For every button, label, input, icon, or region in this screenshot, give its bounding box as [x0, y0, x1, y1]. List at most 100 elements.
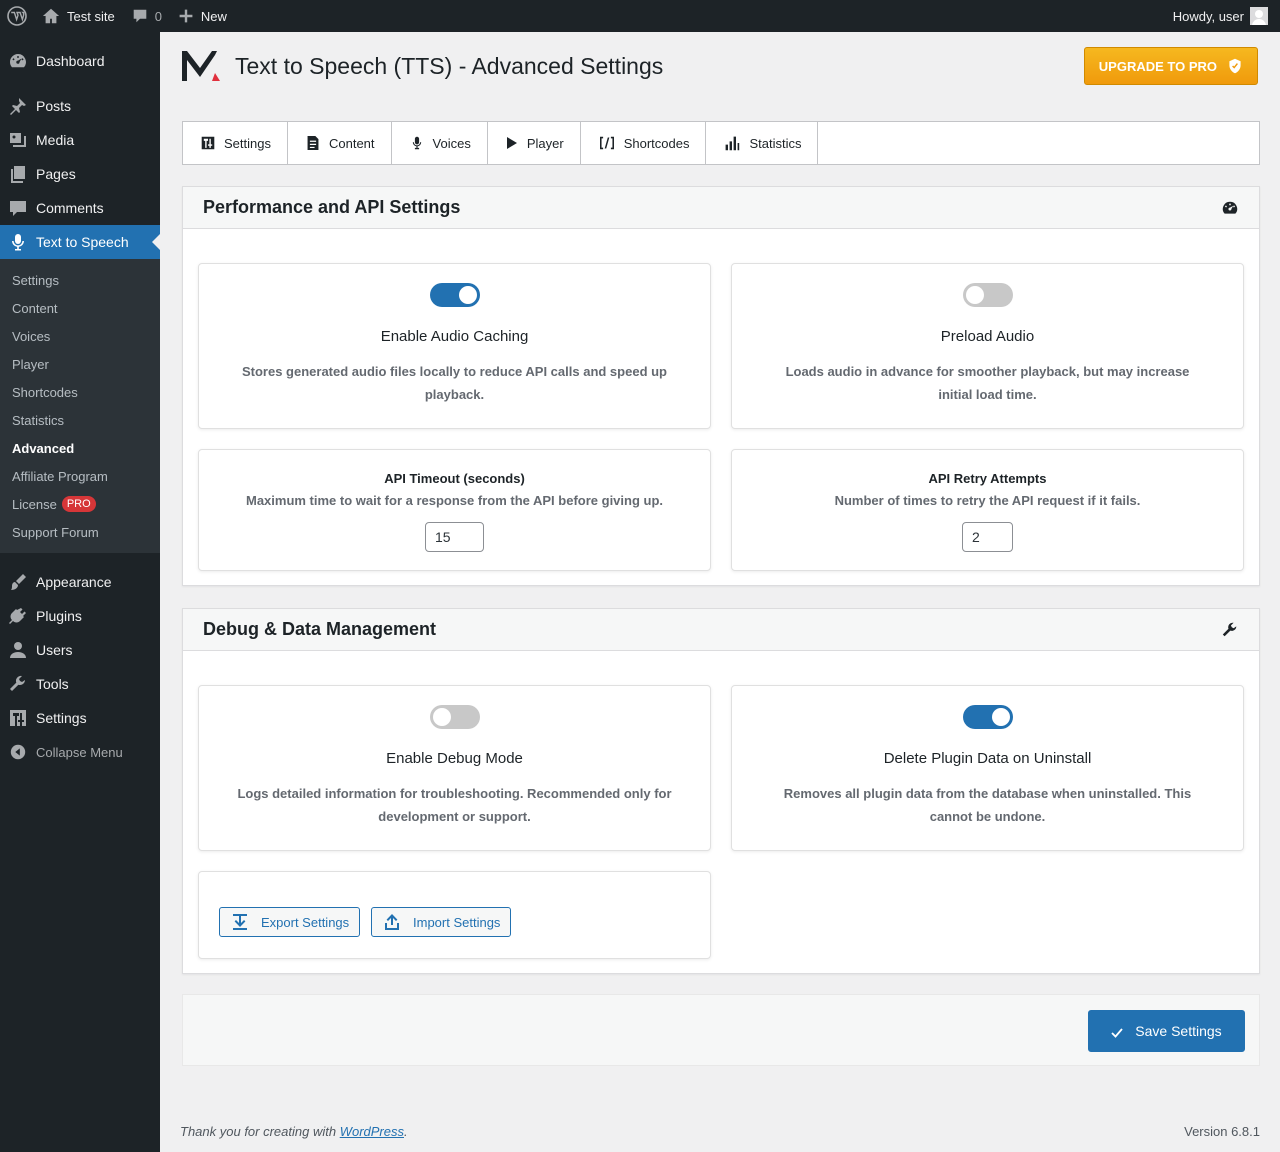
- sidebar-item-label: Appearance: [36, 574, 112, 590]
- settings-tabs: Settings Content Voices Player Shortcode…: [182, 121, 1260, 165]
- download-icon: [233, 914, 247, 930]
- toggle-knob: [965, 286, 984, 304]
- sidebar-item-plugins[interactable]: Plugins: [0, 599, 160, 633]
- sidebar-item-tools[interactable]: Tools: [0, 667, 160, 701]
- export-settings-button[interactable]: Export Settings: [219, 907, 361, 937]
- tab-label: Settings: [224, 135, 271, 151]
- debug-mode-toggle[interactable]: [429, 705, 480, 729]
- tab-shortcodes[interactable]: Shortcodes: [581, 122, 707, 164]
- new-content-link[interactable]: New: [170, 0, 235, 32]
- site-name: Test site: [67, 8, 115, 24]
- audio-caching-card: Enable Audio Caching Stores generated au…: [198, 263, 711, 429]
- preload-audio-description: Loads audio in advance for smoother play…: [785, 364, 1190, 402]
- submenu-content[interactable]: Content: [0, 294, 160, 322]
- submenu-player[interactable]: Player: [0, 350, 160, 378]
- api-timeout-input[interactable]: 15: [425, 522, 484, 552]
- microphone-icon: [412, 136, 421, 150]
- sidebar-item-label: Settings: [36, 710, 87, 726]
- microphone-icon: [8, 232, 28, 252]
- checkmark-icon: [1111, 1028, 1123, 1038]
- settings-sliders-icon: [201, 136, 215, 150]
- delete-data-toggle[interactable]: [962, 705, 1013, 729]
- debug-panel: Debug & Data Management Enable Debug Mod…: [182, 608, 1260, 974]
- sidebar-item-label: Text to Speech: [36, 234, 129, 250]
- upload-icon: [385, 914, 399, 930]
- export-settings-label: Export Settings: [261, 914, 350, 930]
- audio-caching-description: Stores generated audio files locally to …: [241, 364, 668, 402]
- submenu-advanced[interactable]: Advanced: [0, 434, 160, 462]
- wordpress-link[interactable]: WordPress: [340, 1124, 404, 1139]
- sidebar-item-users[interactable]: Users: [0, 633, 160, 667]
- sidebar-item-settings[interactable]: Settings: [0, 701, 160, 735]
- submenu-settings[interactable]: Settings: [0, 266, 160, 294]
- delete-data-card: Delete Plugin Data on Uninstall Removes …: [731, 685, 1244, 851]
- tab-settings[interactable]: Settings: [183, 122, 288, 164]
- api-retry-title: API Retry Attempts: [928, 471, 1047, 486]
- my-account-link[interactable]: Howdy, user: [1165, 0, 1280, 32]
- sidebar-submenu: Settings Content Voices Player Shortcode…: [0, 259, 160, 553]
- submenu-voices[interactable]: Voices: [0, 322, 160, 350]
- admin-sidebar: Dashboard Posts Media Pages Comments Tex…: [0, 32, 160, 1152]
- sidebar-item-label: Plugins: [36, 608, 82, 624]
- site-name-link[interactable]: Test site: [34, 0, 123, 32]
- tab-label: Statistics: [749, 135, 802, 151]
- tab-content[interactable]: Content: [288, 122, 392, 164]
- document-icon: [307, 136, 319, 150]
- collapse-menu-button[interactable]: Collapse Menu: [0, 735, 160, 769]
- admin-bar: Test site 0 New Howdy, user: [0, 0, 1280, 32]
- debug-panel-title: Debug & Data Management: [203, 619, 437, 639]
- play-icon: [506, 137, 517, 149]
- shortcode-icon: [599, 136, 614, 150]
- debug-mode-card: Enable Debug Mode Logs detailed informat…: [198, 685, 711, 851]
- dashboard-gauge-icon: [1221, 199, 1239, 217]
- sidebar-item-pages[interactable]: Pages: [0, 157, 160, 191]
- collapse-icon: [8, 742, 28, 762]
- tab-label: Voices: [432, 135, 471, 151]
- tab-statistics[interactable]: Statistics: [706, 122, 819, 164]
- footer-version: Version 6.8.1: [1184, 1124, 1260, 1139]
- upgrade-label: UPGRADE TO PRO: [1098, 58, 1217, 74]
- plus-icon: [179, 9, 193, 23]
- api-retry-input[interactable]: 2: [962, 522, 1013, 552]
- import-settings-button[interactable]: Import Settings: [371, 907, 512, 937]
- tab-player[interactable]: Player: [488, 122, 581, 164]
- submenu-statistics[interactable]: Statistics: [0, 406, 160, 434]
- wordpress-logo-icon[interactable]: [0, 0, 34, 32]
- audio-caching-title: Enable Audio Caching: [380, 328, 529, 345]
- users-icon: [8, 640, 28, 660]
- pin-icon: [8, 96, 28, 116]
- sidebar-item-label: Dashboard: [36, 53, 105, 69]
- tab-label: Shortcodes: [623, 135, 690, 151]
- wrench-icon: [8, 674, 28, 694]
- preload-audio-toggle[interactable]: [962, 283, 1013, 307]
- submenu-shortcodes[interactable]: Shortcodes: [0, 378, 160, 406]
- pages-icon: [8, 164, 28, 184]
- comments-count: 0: [154, 8, 162, 24]
- sidebar-item-dashboard[interactable]: Dashboard: [0, 44, 160, 78]
- audio-caching-toggle[interactable]: [429, 283, 480, 307]
- submenu-license[interactable]: License PRO: [0, 490, 160, 518]
- import-export-card: Export Settings Import Settings: [198, 871, 711, 959]
- comment-icon: [8, 198, 28, 218]
- comments-link[interactable]: 0: [123, 0, 170, 32]
- api-retry-description: Number of times to retry the API request…: [834, 493, 1141, 508]
- sidebar-item-posts[interactable]: Posts: [0, 89, 160, 123]
- submenu-support-forum[interactable]: Support Forum: [0, 518, 160, 546]
- save-settings-button[interactable]: Save Settings: [1088, 1010, 1245, 1052]
- sidebar-item-comments[interactable]: Comments: [0, 191, 160, 225]
- tab-voices[interactable]: Voices: [392, 122, 488, 164]
- submenu-affiliate-program[interactable]: Affiliate Program: [0, 462, 160, 490]
- preload-audio-title: Preload Audio: [940, 328, 1035, 345]
- upgrade-to-pro-button[interactable]: UPGRADE TO PRO: [1083, 47, 1258, 85]
- performance-panel-header: Performance and API Settings: [183, 187, 1259, 229]
- dashboard-icon: [8, 51, 28, 71]
- sidebar-item-appearance[interactable]: Appearance: [0, 565, 160, 599]
- sidebar-item-text-to-speech[interactable]: Text to Speech: [0, 225, 160, 259]
- settings-sliders-icon: [8, 708, 28, 728]
- save-bar: Save Settings: [182, 994, 1260, 1066]
- sidebar-item-media[interactable]: Media: [0, 123, 160, 157]
- submenu-license-label: License: [12, 496, 57, 512]
- wrench-icon: [1221, 621, 1239, 639]
- debug-mode-title: Enable Debug Mode: [386, 750, 523, 767]
- pro-badge: PRO: [61, 496, 96, 512]
